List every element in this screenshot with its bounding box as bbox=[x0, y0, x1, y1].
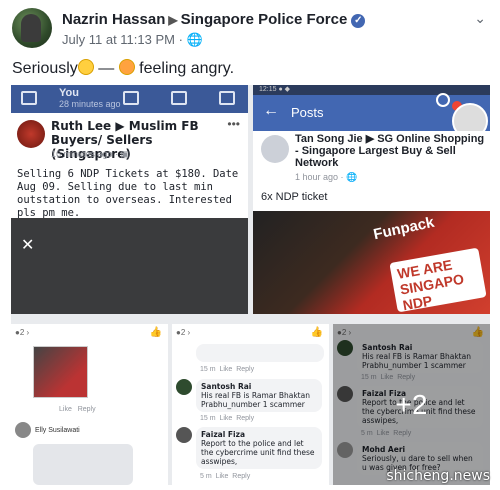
shared-time: 16 minutes ago · ▣ bbox=[51, 149, 129, 160]
santosh-bubble: Santosh Rai His real FB is Ramar Bhaktan … bbox=[196, 379, 322, 412]
reaction-count-2: ●2 › bbox=[176, 328, 191, 337]
globe-icon-2: 🌐 bbox=[346, 172, 358, 182]
commenter-name: Elly Susilawati bbox=[35, 426, 80, 434]
faizal-bubble: Faizal Fiza Report to the police and let … bbox=[196, 427, 322, 469]
post-menu-icon[interactable]: ⌄ bbox=[474, 10, 486, 27]
reaction-count-2-text: 2 bbox=[180, 328, 186, 337]
santosh-name: Santosh Rai bbox=[201, 382, 252, 391]
c3-like: Like bbox=[215, 473, 229, 480]
c2-like: Like bbox=[219, 415, 233, 422]
santosh-actions: 15 m Like Reply bbox=[200, 415, 254, 422]
photo-grid: You 28 minutes ago Ruth Lee ▶ Muslim FB … bbox=[11, 85, 490, 485]
c1-time: 15 m bbox=[200, 366, 216, 373]
comment-actions-1: 15 m Like Reply bbox=[200, 366, 254, 373]
commenter-avatar bbox=[15, 422, 31, 438]
phone-image bbox=[33, 444, 133, 485]
faizal-text: Report to the police and let the cybercr… bbox=[201, 439, 315, 466]
post-text-start: Seriously bbox=[12, 60, 78, 77]
shared-body: Selling 6 NDP Tickets at $180. Date Aug … bbox=[17, 168, 239, 219]
c2-time: 15 m bbox=[200, 415, 216, 422]
shared-author-avatar bbox=[17, 120, 45, 148]
watermark: shicheng.news bbox=[386, 468, 490, 484]
shared-post-card: Ruth Lee ▶ Muslim FB Buyers/ Sellers (Si… bbox=[11, 113, 248, 219]
group-icon: ▣ bbox=[120, 149, 130, 159]
posts-title: Posts bbox=[291, 105, 324, 120]
marketplace-icon bbox=[123, 91, 139, 105]
search-icon bbox=[436, 93, 450, 107]
post-text-dash: — bbox=[93, 60, 119, 77]
globe-icon: · 🌐 bbox=[178, 32, 203, 47]
photo-thumb-1[interactable]: ●2 › 👍 Like Reply Elly Susilawati bbox=[11, 324, 168, 485]
shared-body-2: 6x NDP ticket bbox=[261, 191, 328, 203]
you-time: 28 minutes ago bbox=[59, 99, 121, 109]
status-bar: 12:15 ● ◆ bbox=[253, 85, 490, 95]
post-text: Seriously — feeling angry. bbox=[12, 59, 234, 78]
dark-area bbox=[11, 218, 248, 314]
more-photos-overlay[interactable]: +2 bbox=[333, 324, 490, 485]
faizal-name: Faizal Fiza bbox=[201, 430, 246, 439]
back-arrow-icon: ← bbox=[263, 102, 279, 119]
comment-image-thumb bbox=[33, 346, 88, 398]
santosh-text: His real FB is Ramar Bhaktan Prabhu_numb… bbox=[201, 391, 310, 409]
photo-screenshot-1[interactable]: You 28 minutes ago Ruth Lee ▶ Muslim FB … bbox=[11, 85, 248, 314]
reply-link: Reply bbox=[77, 406, 96, 413]
shared-dots-icon: ••• bbox=[227, 117, 240, 131]
like-icon-2: 👍 bbox=[310, 327, 323, 338]
shared-author-2: Tan Song Jie ▶ SG Online Shopping - Sing… bbox=[295, 133, 485, 169]
close-icon: ✕ bbox=[21, 237, 35, 254]
you-label: You bbox=[59, 87, 79, 99]
fb-nav-bar: ← Posts bbox=[253, 93, 490, 139]
reaction-count-text: 2 bbox=[19, 328, 25, 337]
home-icon bbox=[21, 91, 37, 105]
c3-reply: Reply bbox=[232, 473, 251, 480]
notifications-icon bbox=[171, 91, 187, 105]
shared-author-avatar-2 bbox=[261, 135, 289, 163]
post-text-feeling: feeling angry. bbox=[134, 60, 235, 77]
author-name[interactable]: Nazrin Hassan bbox=[62, 11, 165, 28]
fb-top-bar: You 28 minutes ago bbox=[11, 85, 248, 113]
shared-time-2: 1 hour ago · 🌐 bbox=[295, 172, 357, 183]
faizal-avatar bbox=[176, 427, 192, 443]
post-timestamp[interactable]: July 11 at 11:13 PM bbox=[62, 32, 175, 47]
comment-actions: Like Reply bbox=[59, 406, 96, 413]
shared-time-text: 16 minutes ago · bbox=[51, 149, 121, 159]
post-meta: July 11 at 11:13 PM · 🌐 bbox=[62, 32, 203, 48]
c1-like: Like bbox=[219, 366, 233, 373]
shared-time-2-text: 1 hour ago · bbox=[295, 172, 347, 182]
c2-reply: Reply bbox=[236, 415, 255, 422]
share-arrow-icon: ▶ bbox=[168, 13, 178, 27]
photo-thumb-2[interactable]: ●2 › 👍 15 m Like Reply Santosh Rai His re… bbox=[172, 324, 329, 485]
c3-time: 5 m bbox=[200, 473, 212, 480]
post-header: Nazrin Hassan ▶ Singapore Police Force ✓ Ju… bbox=[12, 8, 492, 52]
like-link: Like bbox=[59, 406, 72, 413]
target-page-name[interactable]: Singapore Police Force bbox=[181, 11, 348, 28]
angry-emoji-icon bbox=[118, 59, 135, 75]
faizal-actions: 5 m Like Reply bbox=[200, 473, 250, 480]
post-title: Nazrin Hassan ▶ Singapore Police Force ✓ bbox=[62, 11, 366, 28]
shared-post-card-2: Tan Song Jie ▶ SG Online Shopping - Sing… bbox=[253, 131, 490, 211]
santosh-avatar bbox=[176, 379, 192, 395]
author-avatar[interactable] bbox=[12, 8, 52, 48]
astonished-emoji-icon bbox=[77, 59, 94, 75]
photo-screenshot-2[interactable]: 12:15 ● ◆ ← Posts Tan Song Jie ▶ SG Onli… bbox=[253, 85, 490, 314]
like-icon: 👍 bbox=[149, 327, 162, 338]
verified-icon: ✓ bbox=[351, 14, 366, 28]
comment-box-top bbox=[196, 344, 324, 362]
commenter: Elly Susilawati bbox=[15, 422, 80, 438]
reaction-count: ●2 › bbox=[15, 328, 30, 337]
menu-icon bbox=[219, 91, 235, 105]
c1-reply: Reply bbox=[236, 366, 255, 373]
